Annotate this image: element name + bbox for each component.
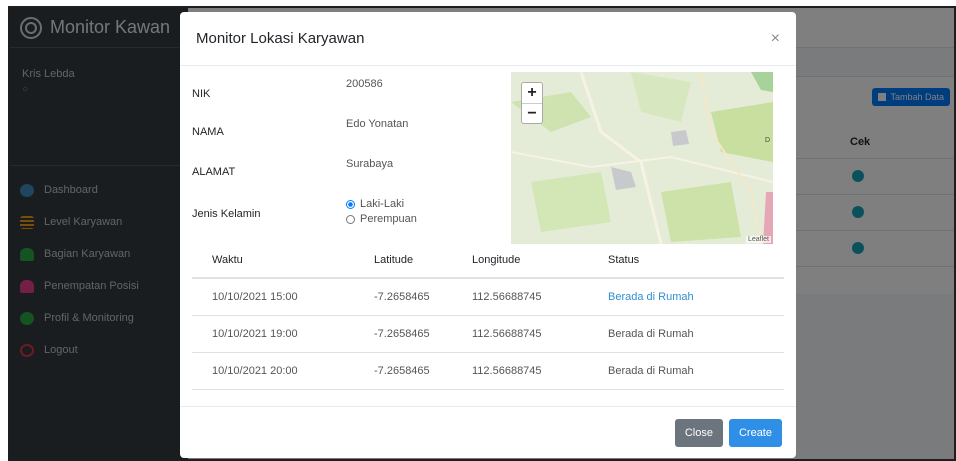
gender-label: Jenis Kelamin	[192, 208, 261, 220]
gender-option-laki-laki[interactable]: Laki-Laki	[346, 198, 417, 210]
column-header-status: Status	[608, 242, 784, 279]
nik-value: 200586	[346, 78, 383, 90]
nama-value: Edo Yonatan	[346, 118, 409, 130]
zoom-in-button[interactable]: +	[522, 83, 542, 103]
gender-option-perempuan[interactable]: Perempuan	[346, 213, 417, 225]
cell-waktu: 10/10/2021 15:00	[192, 278, 360, 316]
cell-status: Berada di Rumah	[608, 315, 784, 353]
monitor-location-modal: Monitor Lokasi Karyawan × NIK 200586 NAM…	[180, 12, 796, 458]
alamat-label: ALAMAT	[192, 166, 236, 178]
location-map[interactable]: D + − Leaflet	[511, 72, 773, 244]
create-button[interactable]: Create	[728, 418, 782, 447]
radio-label: Perempuan	[360, 213, 417, 225]
radio-selected-icon[interactable]	[346, 199, 355, 209]
column-header-latitude: Latitude	[360, 242, 472, 279]
close-button[interactable]: Close	[674, 418, 723, 447]
modal-header: Monitor Lokasi Karyawan ×	[180, 12, 796, 66]
cell-waktu: 10/10/2021 20:00	[192, 352, 360, 390]
radio-label: Laki-Laki	[360, 198, 405, 210]
gender-radio-group: Laki-Laki Perempuan	[346, 198, 417, 225]
column-header-waktu: Waktu	[192, 242, 360, 279]
app-window: Monitor Kawan Kris Lebda ○ Dashboard Lev…	[8, 6, 956, 461]
map-place-label: D	[765, 137, 770, 144]
radio-unselected-icon[interactable]	[346, 214, 355, 224]
column-header-longitude: Longitude	[472, 242, 608, 279]
map-tiles: D	[511, 72, 773, 244]
cell-latitude: -7.2658465	[360, 352, 472, 390]
table-row: 10/10/2021 20:00 -7.2658465 112.56688745…	[192, 352, 784, 390]
cell-latitude: -7.2658465	[360, 315, 472, 353]
cell-longitude: 112.56688745	[472, 315, 608, 353]
cell-longitude: 112.56688745	[472, 352, 608, 390]
cell-status: Berada di Rumah	[608, 352, 784, 390]
cell-latitude: -7.2658465	[360, 278, 472, 316]
nama-label: NAMA	[192, 126, 224, 138]
close-icon[interactable]: ×	[771, 30, 780, 48]
modal-body: NIK 200586 NAMA Edo Yonatan ALAMAT Surab…	[180, 66, 796, 406]
alamat-value: Surabaya	[346, 158, 394, 170]
map-zoom-control: + −	[521, 82, 543, 124]
cell-status-link[interactable]: Berada di Rumah	[608, 278, 784, 316]
cell-waktu: 10/10/2021 19:00	[192, 315, 360, 353]
location-history-table: Waktu Latitude Longitude Status 10/10/20…	[192, 242, 784, 390]
modal-title: Monitor Lokasi Karyawan	[196, 30, 365, 47]
nik-label: NIK	[192, 88, 211, 100]
status-link[interactable]: Berada di Rumah	[608, 291, 694, 303]
zoom-out-button[interactable]: −	[522, 103, 542, 123]
table-header-row: Waktu Latitude Longitude Status	[192, 242, 784, 279]
table-row: 10/10/2021 19:00 -7.2658465 112.56688745…	[192, 315, 784, 353]
table-row: 10/10/2021 15:00 -7.2658465 112.56688745…	[192, 278, 784, 316]
modal-footer: Close Create	[180, 406, 796, 458]
cell-longitude: 112.56688745	[472, 278, 608, 316]
